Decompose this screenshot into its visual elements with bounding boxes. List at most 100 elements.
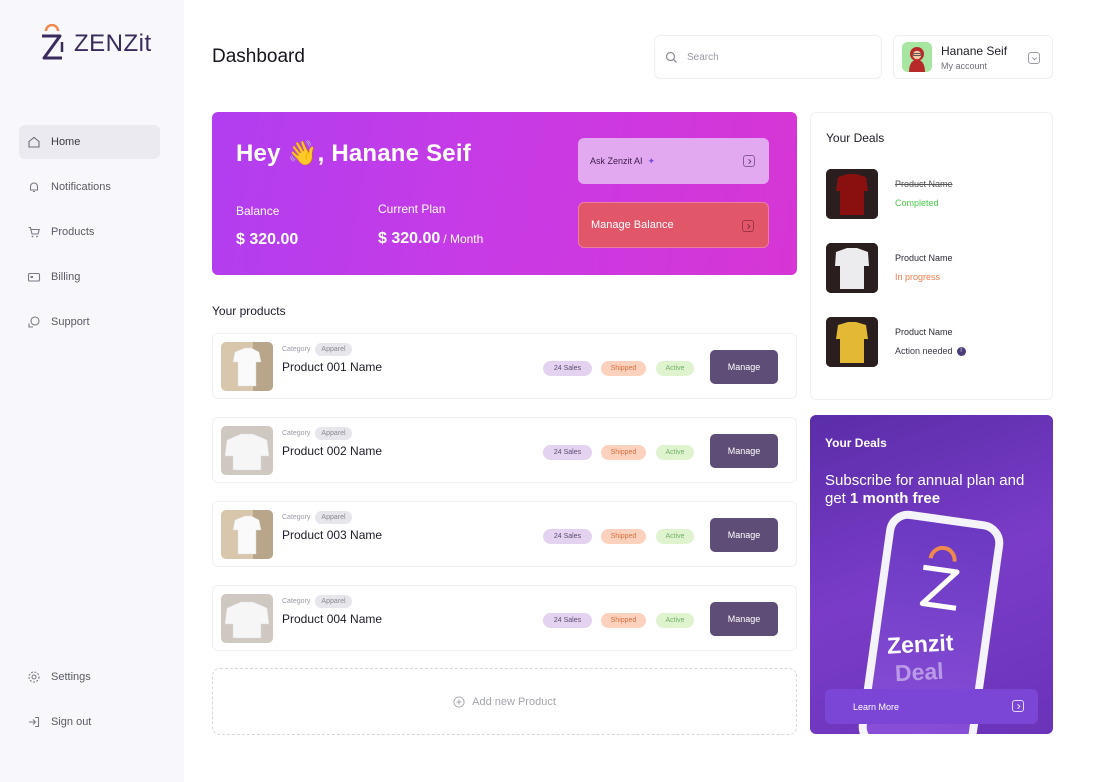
promo-brand: Zenzit (886, 629, 955, 659)
balance-value: $ 320.00 (236, 231, 299, 248)
product-thumbnail[interactable] (221, 342, 273, 391)
add-product-button[interactable]: Add new Product (212, 668, 797, 735)
manage-product-button[interactable]: Manage (710, 602, 778, 636)
home-icon (27, 135, 41, 149)
cart-icon (27, 225, 41, 239)
ask-ai-label: Ask Zenzit AI (590, 156, 643, 166)
product-row: Category Apparel Product 003 Name 24 Sal… (212, 501, 797, 567)
category-label: Category (282, 346, 311, 353)
deal-item[interactable]: Product Name Completed (826, 169, 1041, 219)
manage-balance-button[interactable]: Manage Balance (578, 202, 769, 248)
product-name: Product 002 Name (282, 444, 383, 458)
sidebar-nav: Home Notifications Products Billing Supp… (19, 125, 160, 350)
plan-period: / Month (443, 232, 484, 246)
deal-image (826, 317, 878, 367)
brand-logo[interactable]: ZENZit (36, 24, 152, 64)
signout-icon (27, 715, 41, 729)
deal-item[interactable]: Product Name Action needed ! (826, 317, 1041, 367)
product-thumbnail[interactable] (221, 510, 273, 559)
balance-label: Balance (236, 204, 280, 218)
deal-status-text: Action needed (895, 346, 953, 356)
deal-image (826, 169, 878, 219)
product-category: Category Apparel (282, 427, 352, 440)
promo-deal-word: Deal (894, 657, 945, 687)
manage-product-button[interactable]: Manage (710, 350, 778, 384)
deal-status-text: Completed (895, 198, 939, 208)
manage-product-button[interactable]: Manage (710, 434, 778, 468)
sidebar-item-products[interactable]: Products (19, 215, 160, 249)
deal-status: In progress (895, 272, 940, 282)
sales-badge: 24 Sales (543, 529, 592, 544)
plus-circle-icon (453, 695, 465, 708)
sidebar-item-label: Support (51, 316, 90, 328)
deal-name: Product Name (895, 179, 953, 189)
product-thumbnail[interactable] (221, 594, 273, 643)
learn-more-button[interactable]: Learn More (825, 689, 1038, 724)
deal-image (826, 243, 878, 293)
sidebar-item-label: Sign out (51, 716, 92, 728)
arrow-right-icon (1012, 700, 1024, 712)
product-thumbnail[interactable] (221, 426, 273, 475)
category-tag: Apparel (315, 427, 352, 440)
search-input[interactable] (687, 51, 867, 63)
status-badge: Active (656, 361, 694, 376)
deals-panel: Your Deals Product Name Completed Produc… (810, 112, 1053, 400)
sidebar-item-support[interactable]: Support (19, 305, 160, 339)
product-category: Category Apparel (282, 343, 352, 356)
shipping-badge: Shipped (601, 529, 646, 544)
sidebar-item-label: Notifications (51, 181, 111, 193)
account-menu[interactable]: Hanane Seif My account (893, 35, 1053, 79)
deal-status-text: In progress (895, 272, 941, 282)
deals-title: Your Deals (826, 131, 885, 145)
sales-badge: 24 Sales (543, 361, 592, 376)
category-tag: Apparel (315, 343, 352, 356)
promo-title: Your Deals (825, 436, 887, 450)
product-row: Category Apparel Product 002 Name 24 Sal… (212, 417, 797, 483)
deal-name: Product Name (895, 327, 953, 337)
status-badge: Active (656, 613, 694, 628)
sidebar-item-billing[interactable]: Billing (19, 260, 160, 294)
category-tag: Apparel (315, 595, 352, 608)
product-row: Category Apparel Product 001 Name 24 Sal… (212, 333, 797, 399)
shipping-badge: Shipped (601, 361, 646, 376)
product-name: Product 003 Name (282, 528, 383, 542)
category-label: Category (282, 430, 311, 437)
chevron-down-icon[interactable] (1028, 52, 1040, 64)
deal-status: Completed (895, 198, 939, 208)
shipping-badge: Shipped (601, 445, 646, 460)
arrow-right-icon (742, 220, 754, 232)
sidebar-item-label: Products (51, 226, 95, 238)
product-category: Category Apparel (282, 511, 352, 524)
support-icon (27, 315, 41, 329)
sales-badge: 24 Sales (543, 445, 592, 460)
plan-value-group: $ 320.00/ Month (378, 230, 483, 248)
avatar (902, 42, 932, 72)
sidebar-item-label: Billing (51, 271, 81, 283)
deal-name: Product Name (895, 253, 953, 263)
card-icon (27, 270, 41, 284)
brand-name: ZENZit (74, 30, 152, 57)
account-subtitle: My account (941, 60, 988, 71)
page-title: Dashboard (212, 46, 305, 67)
zenzit-logo-icon (919, 545, 960, 611)
products-section-title: Your products (212, 304, 286, 318)
sidebar-item-label: Home (51, 136, 81, 148)
promo-card: Your Deals Subscribe for annual plan and… (810, 415, 1053, 734)
greeting: Hey 👋, Hanane Seif (236, 140, 471, 167)
info-icon[interactable]: ! (956, 346, 966, 356)
sidebar: ZENZit Home Notifications Products Billi… (0, 0, 184, 782)
search-box[interactable] (654, 35, 882, 79)
manage-balance-label: Manage Balance (591, 219, 674, 231)
sidebar-bottom-nav: Settings Sign out (19, 660, 160, 750)
manage-product-button[interactable]: Manage (710, 518, 778, 552)
sidebar-item-notifications[interactable]: Notifications (19, 170, 160, 204)
promo-text-bold: 1 month free (850, 490, 941, 507)
ask-ai-button[interactable]: Ask Zenzit AI ✦ (578, 138, 769, 184)
deal-item[interactable]: Product Name In progress (826, 243, 1041, 293)
sidebar-item-settings[interactable]: Settings (19, 660, 160, 694)
product-row: Category Apparel Product 004 Name 24 Sal… (212, 585, 797, 651)
sidebar-item-home[interactable]: Home (19, 125, 160, 159)
product-name: Product 004 Name (282, 612, 383, 626)
sidebar-item-label: Settings (51, 671, 91, 683)
sidebar-item-signout[interactable]: Sign out (19, 705, 160, 739)
